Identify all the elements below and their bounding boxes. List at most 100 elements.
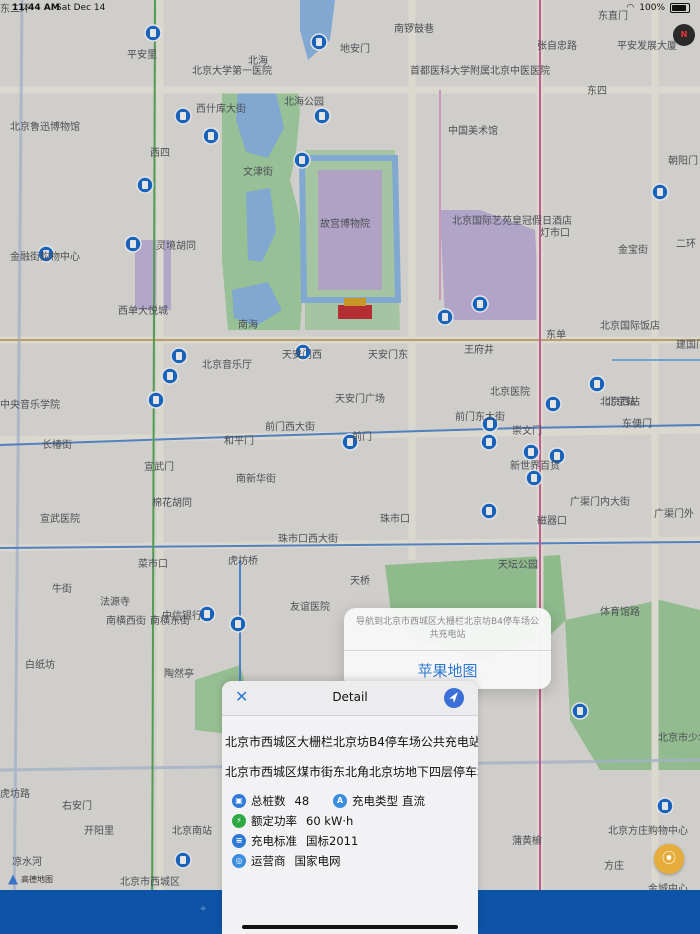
attribution-text: 高德地图 <box>21 875 53 884</box>
map-label: 张自忠路 <box>537 41 577 52</box>
map-label: 王府井 <box>464 345 494 356</box>
map-label: 西四 <box>150 148 170 159</box>
map-label: 宣武门 <box>144 462 174 473</box>
charger-icon <box>180 112 186 120</box>
map-label: 天安门东 <box>368 350 408 361</box>
map-label: 北京国际饭店 <box>600 321 660 332</box>
map-label: 法源寺 <box>100 597 130 608</box>
charger-icon <box>208 132 214 140</box>
tiantan-park-south <box>565 600 700 770</box>
status-date: Sat Dec 14 <box>56 3 106 13</box>
map-label: 东便门 <box>622 419 652 430</box>
charge-type-value: 直流 <box>402 794 425 808</box>
map-label: 地安门 <box>340 44 370 55</box>
navigation-message: 导航到北京市西城区大栅栏北京坊B4停车场公共充电站 <box>344 608 551 651</box>
wifi-icon: ◠ <box>626 3 635 13</box>
standard-icon: ≡ <box>232 834 246 848</box>
standard-value: 国标2011 <box>306 834 359 848</box>
map-label: 宣武医院 <box>40 514 80 525</box>
compass-icon[interactable]: N <box>673 24 695 46</box>
map-label: 南横东街 <box>150 616 190 627</box>
map-label: 灵境胡同 <box>156 241 196 252</box>
map-label: 方庄 <box>604 861 624 872</box>
map-label: 北京医院 <box>490 387 530 398</box>
charger-icon <box>176 352 182 360</box>
map-label: 中国美术馆 <box>448 126 498 137</box>
navigate-arrow-icon[interactable] <box>444 688 464 708</box>
standard-label: 充电标准 <box>251 834 297 848</box>
station-name: 北京市西城区大栅栏北京坊B4停车场公共充电站 <box>225 735 478 749</box>
map-pin-icon: ⌖ <box>200 902 207 915</box>
navigation-action-sheet: 导航到北京市西城区大栅栏北京坊B4停车场公共充电站 苹果地图 <box>344 608 551 689</box>
map-label: 蒲黄榆 <box>512 836 542 847</box>
map-label: 友谊医院 <box>290 602 330 613</box>
map-label: 南锣鼓巷 <box>394 24 434 35</box>
map-label: 前门 <box>352 432 372 443</box>
map-label: 前门东大街 <box>455 412 505 423</box>
charger-icon <box>486 507 492 515</box>
map-label: 白纸坊 <box>25 660 55 671</box>
map-label: 广渠门外 <box>654 509 694 520</box>
station-address: 北京市西城区煤市街东北角北京坊地下四层停车场 <box>225 765 478 779</box>
palace-block <box>318 170 382 290</box>
charger-icon <box>531 474 537 482</box>
map-label: 北海公园 <box>284 97 324 108</box>
operator-icon: ◎ <box>232 854 246 868</box>
charger-icon <box>550 400 556 408</box>
map-label: 天安门广场 <box>335 394 385 405</box>
charger-icon <box>316 38 322 46</box>
map-label: 中央音乐学院 <box>0 400 60 411</box>
map-label: 北京市少年 <box>658 733 700 744</box>
charger-icon <box>319 112 325 120</box>
charger-icon <box>180 856 186 864</box>
detail-sheet: ✕ Detail 北京市西城区大栅栏北京坊B4停车场公共充电站 北京市西城区煤市… <box>222 681 478 934</box>
map-label: 北京大学第一医院 <box>192 66 272 77</box>
map-label: 二环 <box>676 239 696 250</box>
map-label: 虎坊路 <box>0 789 30 800</box>
charger-icon <box>235 620 241 628</box>
map-label: 牛街 <box>52 584 72 595</box>
power-value: 60 kW·h <box>306 814 354 828</box>
map-label: 棉花胡同 <box>152 498 192 509</box>
battery-icon <box>670 3 690 13</box>
map-label: 北京鲁迅博物馆 <box>10 122 80 133</box>
map-label: 建国门 <box>676 340 700 351</box>
map-label: 天桥 <box>350 576 370 587</box>
map-label: 长椿街 <box>42 440 72 451</box>
map-label: 西单大悦城 <box>118 306 168 317</box>
map-label: 崇文门 <box>512 426 542 437</box>
status-time: 11:44 AM <box>12 3 60 13</box>
map-label: 东四 <box>587 86 607 97</box>
charger-icon <box>662 802 668 810</box>
pile-count-label: 总桩数 <box>251 794 286 808</box>
operator-value: 国家电网 <box>294 854 341 868</box>
charger-icon <box>442 313 448 321</box>
charger-icon <box>142 181 148 189</box>
map-label: 北京国际艺苑皇冠假日酒店 <box>452 216 572 227</box>
map-label: 金宝街 <box>618 245 648 256</box>
map-label: 珠市口 <box>380 514 410 525</box>
map-label: 故宫博物院 <box>320 219 370 230</box>
charger-icon <box>477 300 483 308</box>
map-label: 北京方庄购物中心 <box>608 826 688 837</box>
map-label: 南海 <box>238 320 258 331</box>
detail-title: Detail <box>332 690 368 704</box>
map-label: 朝阳门 <box>668 156 698 167</box>
map-label: 磁器口 <box>537 516 567 527</box>
operator-label: 运营商 <box>251 854 286 868</box>
locate-me-button[interactable]: ⦿ <box>654 844 684 874</box>
map-label: 北京站 <box>606 397 636 408</box>
power-label: 额定功率 <box>251 814 297 828</box>
tab-map[interactable]: ⌖ <box>200 902 206 916</box>
charger-icon <box>299 156 305 164</box>
map-label: 菜市口 <box>138 559 168 570</box>
charge-type-icon: A <box>333 794 347 808</box>
map-label: 前门西大街 <box>265 422 315 433</box>
map-label: 北京南站 <box>172 826 212 837</box>
charger-icon <box>657 188 663 196</box>
map-label: 广渠门内大街 <box>570 497 630 508</box>
charger-icon <box>150 29 156 37</box>
charger-icon <box>167 372 173 380</box>
map-label: 天坛公园 <box>498 560 538 571</box>
detail-header: ✕ Detail <box>222 681 478 716</box>
